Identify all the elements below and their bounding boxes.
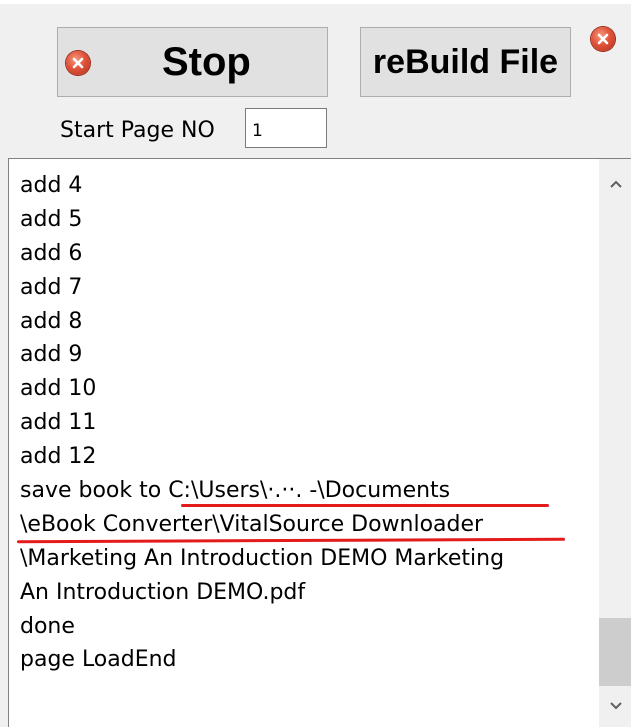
- rebuild-file-button[interactable]: reBuild File: [360, 27, 571, 97]
- log-line: add 12: [20, 444, 97, 470]
- close-circle-icon: [66, 51, 90, 75]
- rebuild-file-button-label: reBuild File: [372, 42, 559, 81]
- log-line: done: [20, 613, 75, 639]
- chevron-down-icon: [609, 702, 622, 710]
- downloader-window: Stop reBuild File Start Page NO add 4 ad…: [0, 0, 631, 727]
- window-top-edge: [0, 0, 631, 4]
- log-line: An Introduction DEMO.pdf: [20, 579, 306, 605]
- log-output[interactable]: add 4 add 5 add 6 add 7 add 8 add 9 add …: [8, 158, 631, 727]
- red-underline-annotation: [181, 504, 549, 507]
- scroll-up-button[interactable]: [599, 167, 631, 201]
- log-line: page LoadEnd: [20, 647, 177, 673]
- log-line: add 4: [20, 173, 83, 198]
- stop-button[interactable]: Stop: [57, 27, 328, 97]
- log-list: add 4 add 5 add 6 add 7 add 8 add 9 add …: [20, 169, 504, 677]
- log-line: add 10: [20, 376, 97, 402]
- log-line: \eBook Converter\VitalSource Downloader: [20, 511, 484, 537]
- log-line: \Marketing An Introduction DEMO Marketin…: [20, 545, 505, 571]
- log-line: save book to C:\Users\·.··. -\Documents: [20, 478, 451, 504]
- log-line: add 9: [20, 342, 83, 368]
- start-page-label: Start Page NO: [60, 118, 215, 143]
- window-close-icon[interactable]: [591, 27, 615, 51]
- stop-button-label: Stop: [162, 40, 251, 84]
- log-line: add 7: [20, 274, 83, 300]
- log-line: add 8: [20, 308, 83, 334]
- log-line: add 6: [20, 240, 83, 266]
- log-line: add 5: [20, 206, 83, 232]
- chevron-up-icon: [609, 180, 622, 188]
- log-line: add 11: [20, 410, 97, 436]
- scroll-down-button[interactable]: [599, 689, 631, 723]
- scrollbar-thumb[interactable]: [599, 618, 631, 686]
- start-page-input[interactable]: [245, 108, 327, 148]
- vertical-scrollbar[interactable]: [599, 159, 631, 727]
